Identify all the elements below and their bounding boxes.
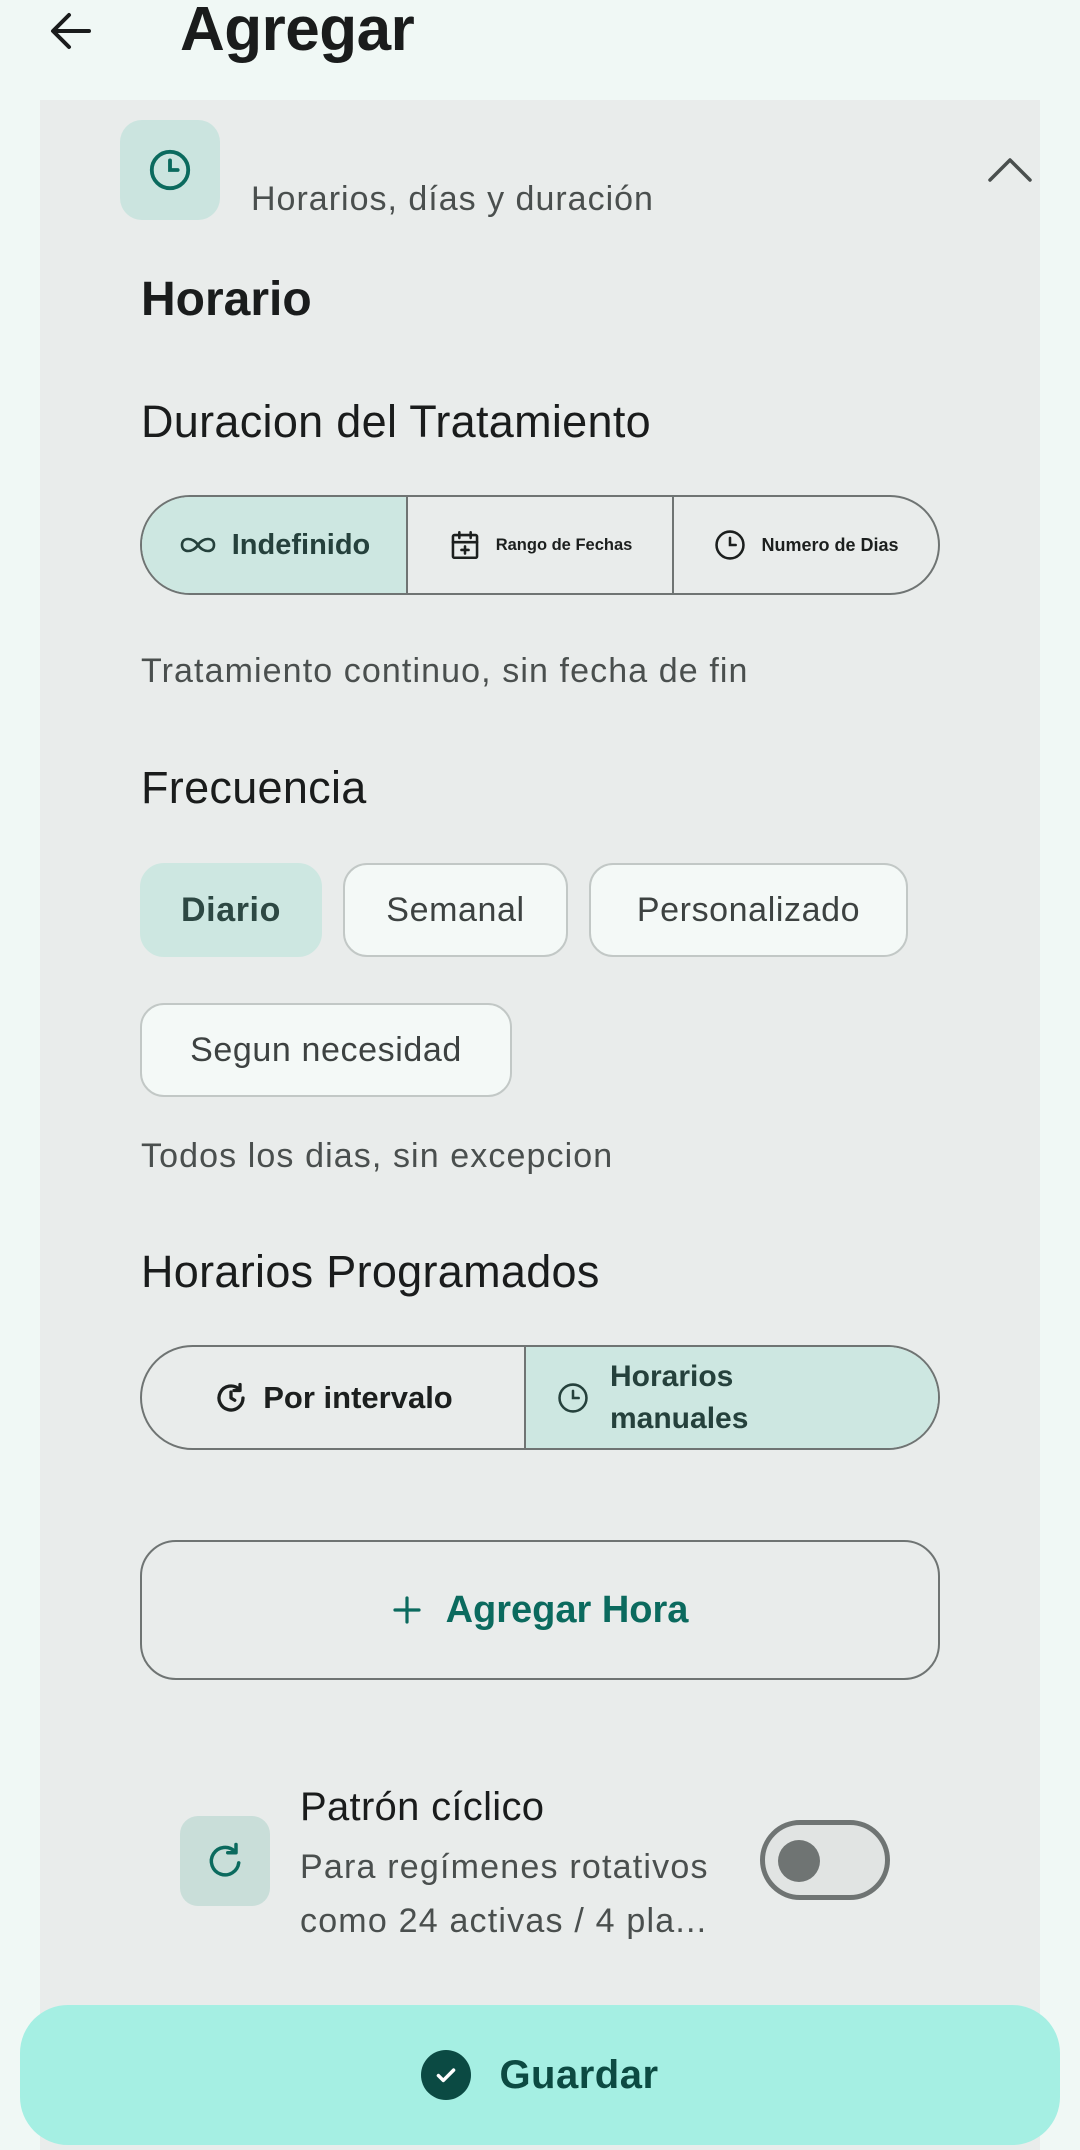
arrow-left-icon	[51, 13, 91, 49]
add-time-label: Agregar Hora	[445, 1588, 689, 1631]
frequency-description: Todos los dias, sin excepcion	[141, 1137, 614, 1175]
frequency-chip-as-needed[interactable]: Segun necesidad	[140, 1003, 512, 1097]
refresh-icon	[180, 1816, 270, 1906]
frequency-label: Frecuencia	[141, 762, 367, 813]
frequency-chip-custom[interactable]: Personalizado	[589, 863, 908, 957]
back-button[interactable]	[36, 0, 106, 62]
save-label: Guardar	[499, 2052, 659, 2097]
clock-icon	[558, 1382, 588, 1413]
chevron-up-icon	[988, 158, 1032, 182]
add-time-button[interactable]: Agregar Hora	[140, 1540, 940, 1680]
duration-selector: Indefinido Rango de Fechas Numero de Dia…	[140, 495, 940, 595]
duration-label: Duracion del Tratamiento	[141, 396, 651, 447]
duration-option-label: Numero de Dias	[761, 534, 899, 555]
screen: Horarios, días y duración Horario Duraci…	[0, 0, 1080, 2150]
scheduled-times-label: Horarios Programados	[141, 1246, 600, 1297]
cyclic-pattern-description: Para regímenes rotativos como 24 activas…	[300, 1848, 709, 1940]
duration-option-days[interactable]: Numero de Dias	[672, 497, 938, 593]
frequency-chip-weekly[interactable]: Semanal	[343, 863, 568, 957]
check-circle-icon	[421, 2050, 472, 2100]
time-mode-selector: Por intervalo Horarios manuales	[140, 1345, 940, 1450]
infinity-icon	[180, 537, 216, 553]
cyclic-pattern-title: Patrón cíclico	[300, 1785, 545, 1829]
time-mode-manual[interactable]: Horarios manuales	[524, 1347, 938, 1448]
calendar-add-icon	[451, 530, 479, 560]
save-button[interactable]: Guardar	[20, 2005, 1060, 2145]
duration-description: Tratamiento continuo, sin fecha de fin	[141, 652, 749, 690]
duration-option-date-range[interactable]: Rango de Fechas	[406, 497, 672, 593]
clock-icon	[715, 530, 746, 560]
collapse-button[interactable]	[980, 140, 1040, 200]
time-mode-label: Horarios manuales	[610, 1356, 748, 1440]
duration-option-label: Indefinido	[231, 528, 371, 561]
plus-icon	[392, 1596, 421, 1624]
duration-option-indefinite[interactable]: Indefinido	[142, 497, 406, 593]
cyclic-pattern-toggle[interactable]	[760, 1820, 890, 1900]
time-mode-interval[interactable]: Por intervalo	[142, 1347, 524, 1448]
toggle-knob	[778, 1840, 820, 1882]
frequency-chip-daily[interactable]: Diario	[140, 863, 322, 957]
clock-icon	[120, 120, 220, 220]
refresh-clock-icon	[217, 1382, 245, 1412]
top-app-bar: Agregar	[0, 0, 1080, 100]
time-mode-label-line1: Horarios	[610, 1359, 734, 1393]
time-mode-label-line2: manuales	[610, 1401, 749, 1435]
card-subtitle: Horarios, días y duración	[251, 180, 654, 218]
time-mode-label: Por intervalo	[263, 1379, 453, 1415]
duration-option-label: Rango de Fechas	[495, 535, 633, 554]
page-title: Agregar	[180, 0, 415, 64]
section-title: Horario	[141, 273, 312, 326]
